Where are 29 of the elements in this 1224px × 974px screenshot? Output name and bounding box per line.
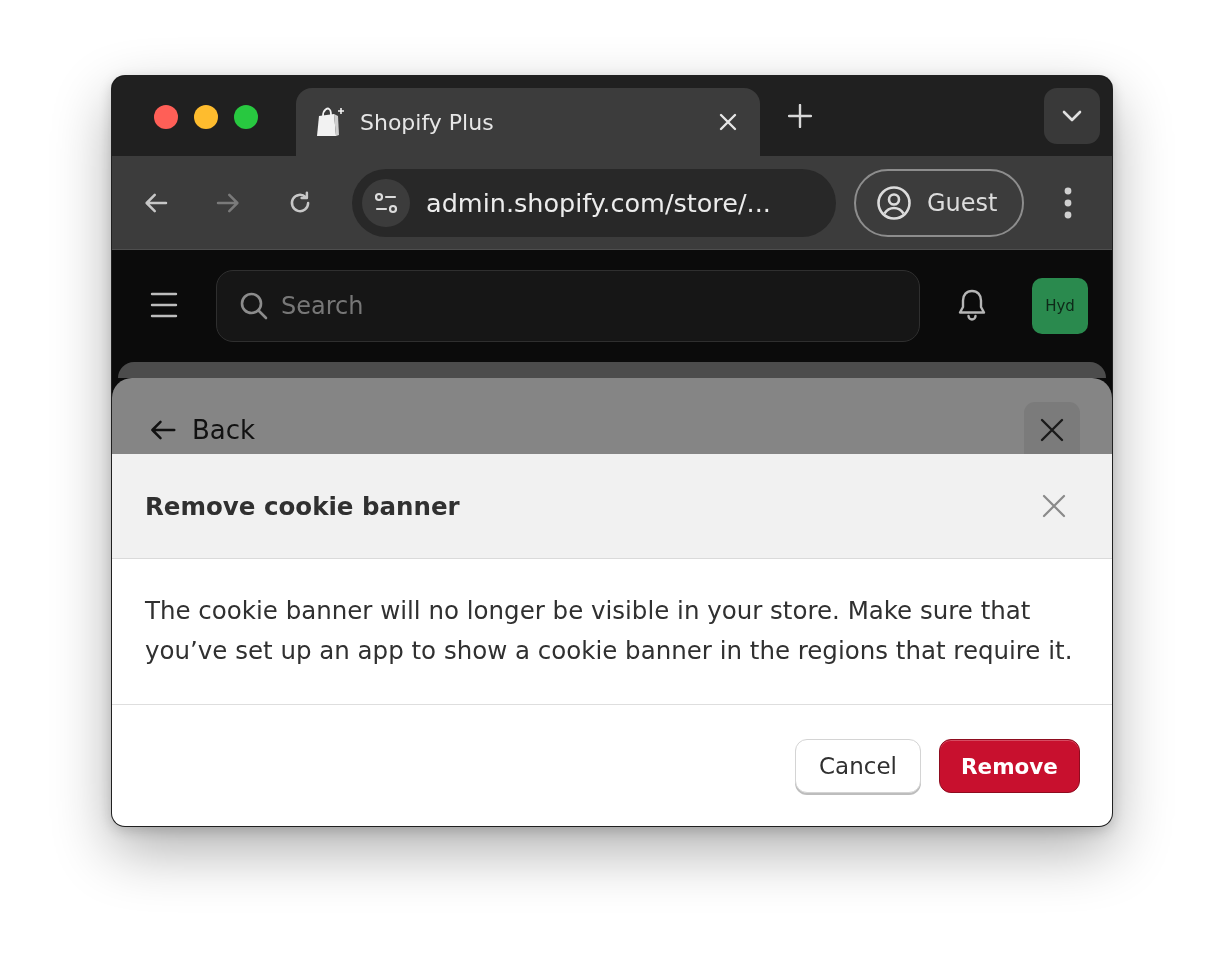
avatar[interactable]: Hyd [1032, 278, 1088, 334]
address-bar[interactable]: admin.shopify.com/store/... [352, 168, 836, 237]
window-close-button[interactable] [154, 105, 178, 129]
browser-tab[interactable]: Shopify Plus [296, 88, 760, 156]
tab-title: Shopify Plus [360, 109, 495, 135]
more-vertical-icon [1064, 186, 1072, 219]
chevron-down-icon [1062, 110, 1082, 122]
person-icon [876, 184, 912, 221]
profile-button[interactable]: Guest [854, 168, 1024, 237]
menu-button[interactable] [150, 291, 178, 319]
close-icon [1042, 494, 1066, 518]
site-settings-icon[interactable] [362, 178, 410, 227]
window-zoom-button[interactable] [234, 105, 258, 129]
close-icon [719, 113, 737, 131]
bell-icon[interactable] [956, 288, 988, 322]
plus-icon [788, 104, 812, 128]
window-minimize-button[interactable] [194, 105, 218, 129]
close-button[interactable] [1024, 402, 1080, 454]
cancel-button[interactable]: Cancel [795, 739, 921, 793]
search-field[interactable]: Search [216, 270, 920, 342]
dialog-title: Remove cookie banner [145, 491, 461, 521]
dialog-message: The cookie banner will no longer be visible in your store. Make sure that you’ve set up an app to show a cookie banner in the regions that require it. [145, 595, 1074, 667]
url-text: admin.shopify.com/store/... [426, 187, 771, 218]
tab-list-button[interactable] [1044, 88, 1100, 144]
close-icon [1040, 418, 1064, 442]
back-button[interactable]: Back [148, 412, 256, 448]
menu-icon [150, 291, 178, 319]
remove-button[interactable]: Remove [939, 739, 1080, 793]
search-icon [239, 291, 269, 321]
